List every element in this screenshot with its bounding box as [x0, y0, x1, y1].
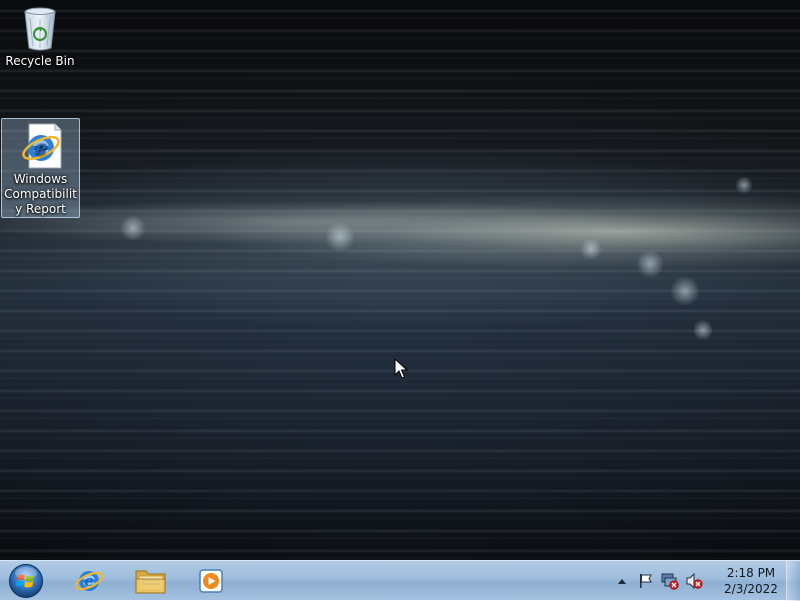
clock-time: 2:18 PM	[726, 566, 776, 580]
recycle-bin-icon	[24, 7, 56, 51]
desktop-icon-label: Recycle Bin	[5, 54, 75, 68]
wallpaper-light-spot	[580, 238, 602, 260]
notification-area: 2:18 PM 2/3/2022	[610, 561, 782, 601]
network-disconnected-icon	[661, 573, 679, 590]
svg-text:e: e	[84, 572, 94, 590]
network-button[interactable]	[661, 572, 679, 590]
desktop-icon-recycle-bin[interactable]: Recycle Bin	[1, 4, 79, 76]
media-player-icon	[199, 569, 223, 593]
taskbar: e 2:18 PM 2/3/2022	[0, 560, 800, 601]
desktop-background[interactable]: Recycle Bin e Windows Compatibility Repo…	[0, 0, 800, 560]
mouse-pointer-icon	[394, 358, 408, 379]
wallpaper-light-spot	[325, 222, 355, 252]
taskbar-pinned-windows-explorer[interactable]	[124, 563, 178, 599]
internet-explorer-document-icon: e	[21, 123, 61, 169]
chevron-up-icon	[618, 579, 626, 584]
wallpaper-light-spot	[120, 215, 146, 241]
start-button[interactable]	[6, 562, 46, 600]
desktop-icon-label: Windows Compatibility Report	[4, 172, 77, 216]
taskbar-pinned-windows-media-player[interactable]	[184, 563, 238, 599]
show-hidden-icons-button[interactable]	[613, 572, 631, 590]
taskbar-clock[interactable]: 2:18 PM 2/3/2022	[720, 565, 782, 597]
desktop-icon-windows-compatibility-report[interactable]: e Windows Compatibility Report	[1, 118, 80, 218]
clock-date: 2/3/2022	[724, 582, 778, 596]
volume-muted-icon	[686, 572, 703, 590]
wallpaper-light-spot	[694, 318, 712, 342]
show-desktop-button[interactable]	[786, 561, 800, 601]
volume-button[interactable]	[685, 572, 703, 590]
action-center-button[interactable]	[637, 572, 655, 590]
windows-orb-icon	[9, 564, 43, 598]
wallpaper-light-spot	[636, 250, 664, 278]
internet-explorer-icon: e	[74, 571, 104, 591]
svg-text:e: e	[34, 137, 46, 159]
action-center-flag-icon	[640, 574, 652, 588]
folder-icon	[135, 570, 166, 594]
wallpaper-light-spot	[735, 176, 753, 194]
taskbar-pinned-internet-explorer[interactable]: e	[62, 563, 116, 599]
wallpaper-light-spot	[670, 276, 700, 306]
